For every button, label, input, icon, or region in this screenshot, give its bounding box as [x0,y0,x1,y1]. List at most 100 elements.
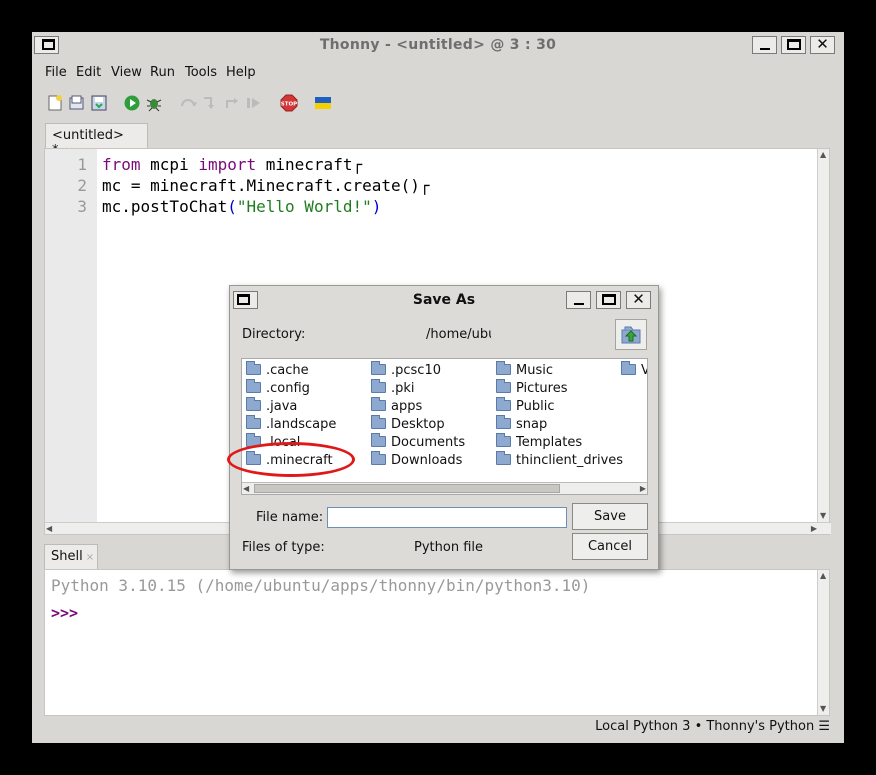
scroll-left-icon[interactable]: ◀ [243,484,249,494]
file-list[interactable]: .cache .config .java .landscape .local .… [241,358,648,495]
list-item[interactable]: .local [246,433,300,450]
minimize-icon [574,303,584,305]
folder-icon [496,415,511,429]
filename-label: File name: [256,510,324,525]
list-item[interactable]: Templates [496,433,582,450]
dialog-minimize-button[interactable] [566,291,591,309]
save-button[interactable]: Save [572,503,648,530]
flag-icon[interactable] [314,94,332,112]
eol-marker: ┌ [419,176,430,195]
shell-tab-label: Shell [51,549,83,564]
list-item[interactable]: .minecraft [246,451,333,468]
debug-icon[interactable] [145,94,163,112]
list-item[interactable]: snap [496,415,547,432]
step-out-icon[interactable] [223,94,241,112]
menu-help[interactable]: Help [226,65,256,80]
eol-marker: ┌ [352,155,363,174]
list-item[interactable]: Music [496,361,553,378]
folder-icon [496,433,511,447]
open-file-icon[interactable] [68,94,86,112]
list-item[interactable]: V [621,361,647,378]
folder-icon [246,397,261,411]
folder-icon [496,361,511,375]
list-item[interactable]: Desktop [371,415,445,432]
tab-shell[interactable]: Shell × [44,544,98,569]
keyword: from [102,155,141,174]
run-icon[interactable] [123,94,141,112]
filename-input[interactable] [327,507,567,528]
scroll-up-icon[interactable]: ▲ [820,571,826,581]
menu-view[interactable]: View [111,65,142,80]
folder-up-icon [621,326,641,344]
line-number: 2 [77,176,87,195]
list-item[interactable]: Documents [371,433,465,450]
step-into-icon[interactable] [201,94,219,112]
parent-directory-button[interactable] [615,319,647,350]
stop-icon[interactable]: STOP [280,94,298,112]
folder-icon [246,361,261,375]
list-item[interactable]: .java [246,397,297,414]
code-text: mc = minecraft.Minecraft.create() [102,176,420,195]
list-item[interactable]: Public [496,397,554,414]
scroll-right-icon[interactable]: ▶ [811,524,817,534]
list-item[interactable]: .landscape [246,415,336,432]
list-item[interactable]: .cache [246,361,309,378]
close-icon: ✕ [632,290,645,308]
tab-untitled[interactable]: <untitled> *× [45,123,148,158]
shell-vertical-scrollbar[interactable]: ▲ ▼ [817,570,829,715]
scroll-left-icon[interactable]: ◀ [46,524,52,534]
folder-icon [371,451,386,465]
maximize-button[interactable] [781,36,806,54]
save-file-icon[interactable] [90,94,108,112]
folder-icon [621,361,636,375]
string-literal: "Hello World!" [236,197,372,216]
scroll-right-icon[interactable]: ▶ [640,484,646,494]
folder-icon [496,451,511,465]
menu-file[interactable]: File [45,65,67,80]
editor-vertical-scrollbar[interactable]: ▲ ▼ [817,149,829,522]
list-item[interactable]: Pictures [496,379,567,396]
close-icon: ✕ [816,35,829,53]
keyword: import [198,155,257,174]
scroll-down-icon[interactable]: ▼ [820,704,826,714]
dialog-close-button[interactable]: ✕ [626,290,651,309]
scroll-down-icon[interactable]: ▼ [820,511,826,521]
shell-tab-close-icon[interactable]: × [86,552,94,563]
list-item[interactable]: .pcsc10 [371,361,441,378]
list-item[interactable]: Downloads [371,451,462,468]
line-number: 3 [77,197,87,216]
folder-icon [371,415,386,429]
close-button[interactable]: ✕ [810,35,835,54]
scrollbar-thumb[interactable] [254,484,560,493]
paren: ( [227,197,237,216]
menu-tools[interactable]: Tools [185,65,217,80]
directory-label: Directory: [242,327,306,342]
scroll-up-icon[interactable]: ▲ [820,150,826,160]
dialog-maximize-button[interactable] [596,291,621,309]
list-item[interactable]: .pki [371,379,415,396]
list-item[interactable]: .config [246,379,310,396]
shell-banner: Python 3.10.15 (/home/ubuntu/apps/thonny… [51,576,591,595]
new-file-icon[interactable] [46,94,64,112]
shell-panel[interactable]: Python 3.10.15 (/home/ubuntu/apps/thonny… [44,569,830,716]
shell-prompt: >>> [51,604,79,622]
cancel-button[interactable]: Cancel [572,533,648,560]
file-list-scrollbar[interactable]: ◀ ▶ [242,482,647,494]
directory-value[interactable]: /home/ubu [426,327,491,342]
list-item[interactable]: thinclient_drives [496,451,623,468]
menu-edit[interactable]: Edit [76,65,101,80]
step-over-icon[interactable] [179,94,197,112]
filetype-select[interactable]: Python file [414,540,483,555]
list-item[interactable]: apps [371,397,422,414]
folder-icon [246,451,261,465]
menu-run[interactable]: Run [150,65,175,80]
folder-icon [496,397,511,411]
folder-icon [246,415,261,429]
window-title: Thonny - <untitled> @ 3 : 30 [319,37,557,53]
dialog-title: Save As [412,292,476,308]
status-bar[interactable]: Local Python 3 • Thonny's Python ☰ [595,719,830,734]
title-bar[interactable]: Thonny - <untitled> @ 3 : 30 ✕ [32,32,844,59]
folder-icon [246,433,261,447]
minimize-button[interactable] [752,36,777,54]
resume-icon[interactable] [245,94,263,112]
